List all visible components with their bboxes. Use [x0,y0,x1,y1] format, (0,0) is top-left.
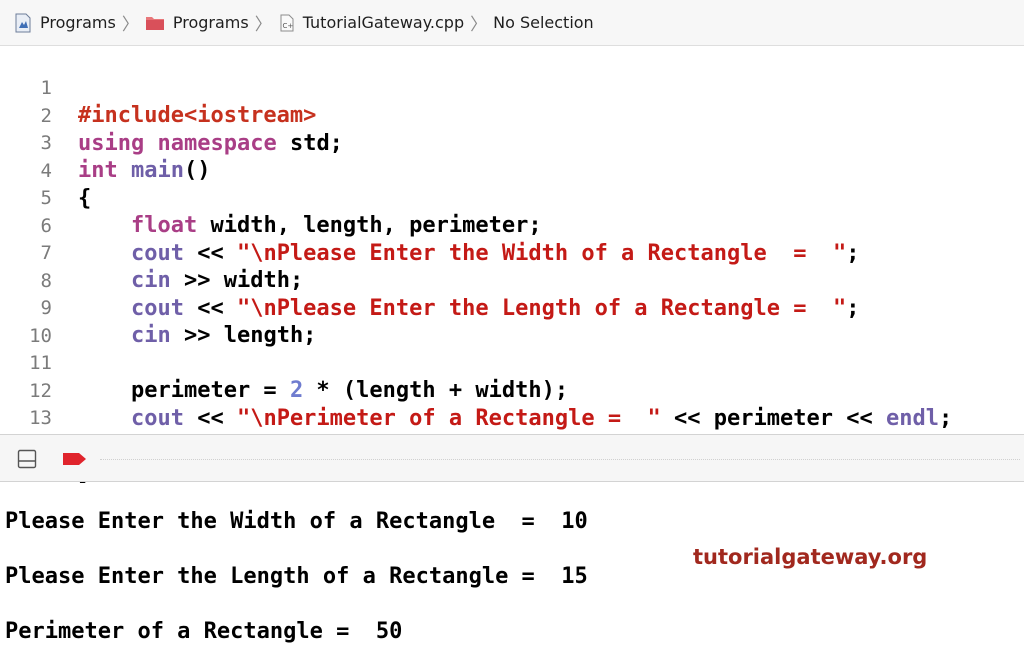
breadcrumb: Programs 〉 Programs 〉 C+ TutorialGateway… [0,0,1024,46]
breadcrumb-file-label: TutorialGateway.cpp [302,13,465,32]
code-line[interactable]: 5 float width, length, perimeter; [0,158,1024,238]
code-line[interactable]: 2 using namespace std; [0,76,1024,156]
breadcrumb-selection[interactable]: No Selection [493,13,594,32]
console-line: Please Enter the Length of a Rectangle =… [5,564,588,589]
code-line[interactable]: 1 #include<iostream> [0,48,1024,128]
project-file-icon [15,13,31,32]
code-line[interactable]: 12 cout << "\nPerimeter of a Rectangle =… [0,351,1024,431]
breadcrumb-separator: 〉 [254,15,272,35]
code-line[interactable]: 9 cin >> length; [0,268,1024,348]
code-editor[interactable]: 1 #include<iostream> 2 using namespace s… [0,46,1024,486]
breadcrumb-group-label: Programs [172,13,249,32]
breadcrumb-project[interactable]: Programs [14,13,116,33]
code-line[interactable]: 13 return 0; [0,378,1024,458]
console-output: Please Enter the Width of a Rectangle = … [0,483,1024,645]
code-line[interactable]: 14 } [0,406,1024,486]
breadcrumb-project-label: Programs [40,13,116,32]
breadcrumb-separator: 〉 [121,15,139,35]
code-line[interactable]: 6 cout << "\nPlease Enter the Width of a… [0,186,1024,266]
hide-console-icon[interactable] [17,449,37,469]
code-line[interactable]: 3 int main() [0,103,1024,183]
breakpoint-icon[interactable] [62,452,87,466]
breadcrumb-file[interactable]: C+ TutorialGateway.cpp [278,13,464,32]
code-line[interactable]: 11 perimeter = 2 * (length + width); [0,323,1024,403]
watermark: tutorialgateway.org [693,545,928,569]
breadcrumb-selection-label: No Selection [493,13,594,32]
debug-bar [0,434,1024,482]
breadcrumb-group[interactable]: Programs [145,13,249,32]
breadcrumb-separator: 〉 [470,15,488,35]
svg-text:C+: C+ [282,22,293,30]
console-line: Perimeter of a Rectangle = 50 [5,619,403,644]
code-line[interactable]: 4 { [0,131,1024,211]
cpp-file-icon: C+ [280,14,294,31]
divider [100,459,1020,460]
folder-icon [145,16,164,30]
code-line[interactable]: 10 [0,296,1024,347]
console-line: Please Enter the Width of a Rectangle = … [5,509,588,534]
code-line[interactable]: 8 cout << "\nPlease Enter the Length of … [0,241,1024,321]
code-line[interactable]: 7 cin >> width; [0,213,1024,293]
